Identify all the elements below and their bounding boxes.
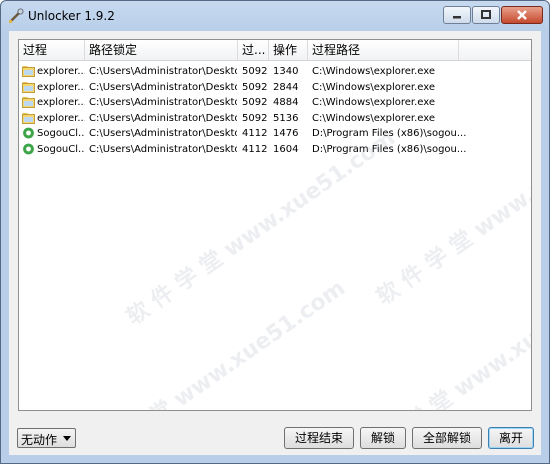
chevron-down-icon bbox=[63, 436, 71, 441]
cell-pid: 5092 bbox=[242, 66, 268, 77]
cell-path: C:\Users\Administrator\Desktop bbox=[89, 128, 237, 139]
folder-icon bbox=[22, 66, 35, 77]
unlock-button[interactable]: 解锁 bbox=[360, 427, 406, 449]
column-header-process-path[interactable]: 过程路径 bbox=[308, 40, 459, 60]
cell-pid: 4112 bbox=[242, 143, 268, 155]
watermark: 软 件 学 堂 www.xue51.com bbox=[352, 265, 532, 411]
cell-handle: 1604 bbox=[273, 143, 299, 155]
close-icon bbox=[517, 10, 527, 20]
cell-process: explorer... bbox=[37, 97, 85, 108]
window-title: Unlocker 1.9.2 bbox=[28, 9, 115, 23]
cell-pid: 4112 bbox=[242, 128, 268, 139]
cell-process: SogouCl... bbox=[37, 143, 85, 155]
maximize-button[interactable] bbox=[472, 6, 500, 24]
minimize-icon bbox=[453, 16, 461, 19]
cell-handle: 5136 bbox=[273, 112, 299, 124]
cell-path: C:\Users\Administrator\Deskto... bbox=[89, 81, 237, 93]
column-header-process[interactable]: 过程 bbox=[19, 40, 85, 60]
table-row[interactable]: explorer... C:\Users\Administrator\Deskto… bbox=[19, 80, 531, 95]
table-row[interactable]: explorer... C:\Users\Administrator\Deskto… bbox=[19, 64, 531, 79]
cell-path: C:\Users\Administrator\Deskto... bbox=[89, 112, 237, 124]
title-bar[interactable]: Unlocker 1.9.2 bbox=[1, 1, 549, 31]
table-row[interactable]: explorer... C:\Users\Administrator\Deskto… bbox=[19, 111, 531, 126]
quit-button[interactable]: 离开 bbox=[488, 427, 534, 449]
action-select-value: 无动作 bbox=[21, 433, 58, 447]
cell-process: explorer... bbox=[37, 112, 85, 124]
table-row[interactable]: SogouCl... C:\Users\Administrator\Desktop… bbox=[19, 142, 531, 157]
cell-process-path: D:\Program Files (x86)\sogou... bbox=[312, 128, 467, 139]
action-select[interactable]: 无动作 bbox=[17, 428, 76, 448]
minimize-button[interactable] bbox=[443, 6, 471, 24]
cell-process-path: D:\Program Files (x86)\sogou... bbox=[312, 143, 467, 155]
cell-pid: 5092 bbox=[242, 112, 268, 124]
cell-process: explorer... bbox=[37, 81, 85, 93]
cell-handle: 4884 bbox=[273, 97, 299, 108]
table-row[interactable]: SogouCl... C:\Users\Administrator\Desktop… bbox=[19, 126, 531, 141]
locker-list[interactable]: 过程 路径锁定 过... 操作 过程路径 explorer... C:\Users… bbox=[18, 39, 532, 411]
cell-process: SogouCl... bbox=[37, 128, 85, 139]
close-button[interactable] bbox=[501, 6, 543, 24]
cell-pid: 5092 bbox=[242, 97, 268, 108]
cell-handle: 2844 bbox=[273, 81, 299, 93]
list-header: 过程 路径锁定 过... 操作 过程路径 bbox=[19, 40, 531, 61]
unlock-all-button[interactable]: 全部解锁 bbox=[412, 427, 482, 449]
cell-path: C:\Users\Administrator\Desktop bbox=[89, 66, 237, 77]
kill-process-button[interactable]: 过程结束 bbox=[284, 427, 354, 449]
sogou-icon bbox=[23, 127, 34, 139]
cell-process: explorer... bbox=[37, 66, 85, 77]
wand-icon bbox=[9, 8, 24, 23]
cell-process-path: C:\Windows\explorer.exe bbox=[312, 81, 436, 93]
cell-path: C:\Users\Administrator\Deskto... bbox=[89, 97, 237, 108]
cell-path: C:\Users\Administrator\Desktop bbox=[89, 143, 237, 155]
folder-icon bbox=[22, 81, 35, 93]
cell-handle: 1476 bbox=[273, 128, 299, 139]
client-area: 过程 路径锁定 过... 操作 过程路径 explorer... C:\Users… bbox=[9, 31, 541, 455]
sogou-icon bbox=[23, 143, 34, 154]
cell-process-path: C:\Windows\explorer.exe bbox=[312, 97, 436, 108]
column-header-handle[interactable]: 操作 bbox=[269, 40, 308, 60]
cell-pid: 5092 bbox=[242, 81, 268, 93]
maximize-icon bbox=[481, 10, 491, 19]
column-header-locked-path[interactable]: 路径锁定 bbox=[85, 40, 238, 60]
cell-process-path: C:\Windows\explorer.exe bbox=[312, 66, 436, 77]
cell-process-path: C:\Windows\explorer.exe bbox=[312, 112, 436, 124]
unlocker-window: Unlocker 1.9.2 过程 路径锁定 过... 操作 过程路径 expl… bbox=[0, 0, 550, 464]
cell-handle: 1340 bbox=[273, 66, 299, 77]
watermark: 软 件 学 堂 www.xue51.com bbox=[72, 275, 350, 411]
folder-icon bbox=[22, 97, 35, 108]
folder-icon bbox=[22, 112, 35, 124]
column-header-pid[interactable]: 过... bbox=[238, 40, 269, 60]
table-row[interactable]: explorer... C:\Users\Administrator\Deskto… bbox=[19, 95, 531, 110]
